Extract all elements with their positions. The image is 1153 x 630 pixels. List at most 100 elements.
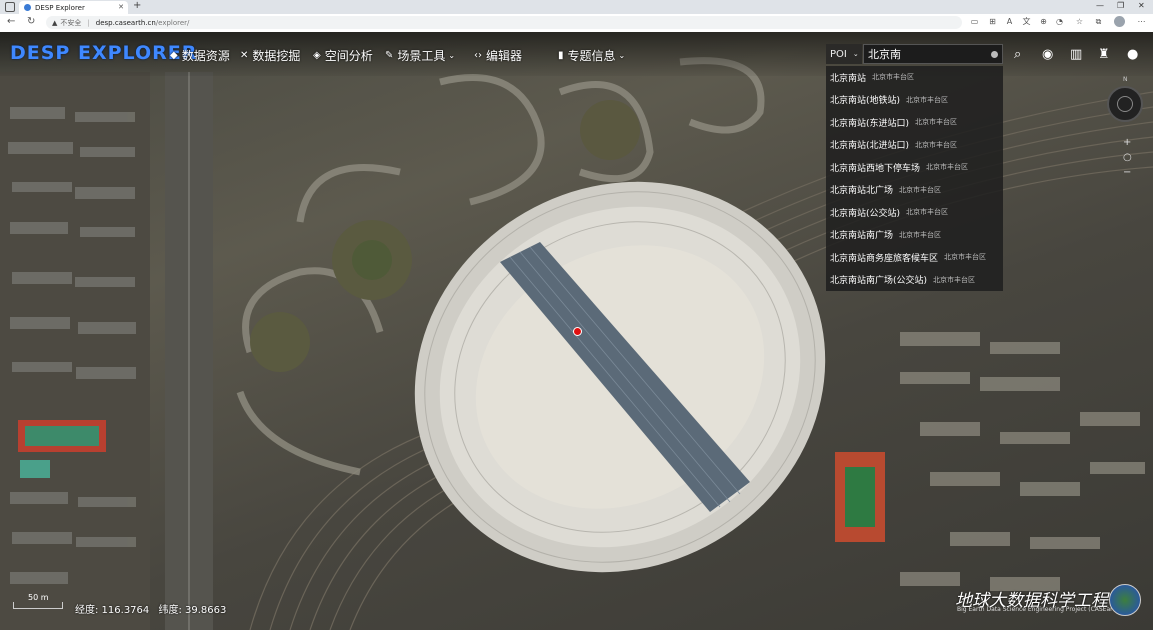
- favicon-icon: [24, 4, 31, 11]
- watermark-subtitle: Big Earth Data Science Engineering Proje…: [957, 606, 1122, 613]
- url-host: desp.casearth.cn: [95, 18, 156, 27]
- nav-label: 编辑器: [486, 49, 523, 63]
- tools-icon: ✕: [240, 50, 249, 61]
- result-name: 北京南站南广场(公交站): [830, 276, 928, 287]
- nav-item-editor[interactable]: ‹› 编辑器: [474, 47, 522, 64]
- translate-icon[interactable]: 文: [1022, 17, 1031, 26]
- search-result-item[interactable]: 北京南站(地铁站) 北京市丰台区: [826, 89, 1003, 112]
- collections-icon[interactable]: ⧉: [1094, 17, 1103, 26]
- result-name: 北京南站(北进站口): [830, 141, 910, 152]
- new-tab-button[interactable]: +: [133, 0, 141, 11]
- result-district: 北京市丰台区: [915, 118, 958, 127]
- result-name: 北京南站(东进站口): [830, 118, 910, 129]
- nav-item-thematic-info[interactable]: ▮ 专题信息 ⌄: [558, 47, 625, 64]
- nav-label: 场景工具: [397, 49, 446, 63]
- zoom-icon[interactable]: ⊕: [1039, 17, 1048, 26]
- result-district: 北京市丰台区: [899, 185, 942, 194]
- nav-label: 数据挖掘: [252, 49, 301, 63]
- result-name: 北京南站商务座旅客候车区: [830, 253, 939, 264]
- search-type-select[interactable]: POI ⌄: [826, 44, 862, 64]
- zoom-out-button[interactable]: −: [1123, 167, 1131, 178]
- search-results-dropdown: 北京南站 北京市丰台区 北京南站(地铁站) 北京市丰台区 北京南站(东进站口) 北京市…: [826, 66, 1003, 291]
- browser-tab[interactable]: DESP Explorer ✕: [19, 1, 128, 14]
- address-bar: ← ↻ ▲ 不安全 | desp.casearth.cn /explorer/ …: [0, 14, 1153, 33]
- extension-icon[interactable]: ◔: [1055, 17, 1064, 26]
- tab-close-icon[interactable]: ✕: [118, 3, 124, 11]
- search-type-label: POI: [830, 48, 847, 60]
- warning-icon[interactable]: ▲: [52, 19, 57, 27]
- bookmark-icon: ▮: [558, 50, 564, 61]
- result-name: 北京南站北广场: [830, 186, 894, 197]
- globe-icon[interactable]: ◉: [1042, 47, 1053, 62]
- url-path: /explorer/: [155, 18, 190, 27]
- nav-item-spatial-analysis[interactable]: ◈ 空间分析: [313, 47, 373, 64]
- minimize-button[interactable]: —: [1096, 1, 1104, 10]
- layers-icon: ◆: [170, 50, 178, 61]
- search-result-item[interactable]: 北京南站西地下停车场 北京市丰台区: [826, 156, 1003, 179]
- tab-actions-icon[interactable]: [5, 2, 15, 12]
- result-district: 北京市丰台区: [899, 230, 942, 239]
- security-status: 不安全: [60, 18, 82, 27]
- profile-avatar[interactable]: [1114, 16, 1125, 27]
- read-aloud-icon[interactable]: A: [1005, 17, 1014, 26]
- latitude-label: 纬度: 39.8663: [158, 605, 227, 616]
- url-separator: |: [87, 18, 90, 27]
- search-result-item[interactable]: 北京南站北广场 北京市丰台区: [826, 179, 1003, 202]
- result-district: 北京市丰台区: [906, 208, 949, 217]
- search-result-item[interactable]: 北京南站南广场 北京市丰台区: [826, 224, 1003, 247]
- compass-control[interactable]: [1107, 86, 1143, 122]
- result-name: 北京南站(公交站): [830, 208, 901, 219]
- shirt-icon[interactable]: ♜: [1098, 47, 1110, 62]
- nav-item-data-resources[interactable]: ◆ 数据资源: [170, 47, 230, 64]
- nav-label: 专题信息: [567, 49, 616, 63]
- user-icon[interactable]: ●: [1127, 47, 1138, 62]
- url-field[interactable]: ▲ 不安全 | desp.casearth.cn /explorer/: [46, 16, 962, 29]
- compass-ring-icon: [1117, 96, 1133, 112]
- result-name: 北京南站西地下停车场: [830, 163, 921, 174]
- search-input[interactable]: [863, 44, 1003, 64]
- scale-label: 50 m: [28, 593, 49, 602]
- close-window-button[interactable]: ✕: [1138, 1, 1145, 10]
- zoom-reset-button[interactable]: ○: [1123, 152, 1132, 163]
- nav-item-scene-tools[interactable]: ✎ 场景工具 ⌄: [385, 47, 455, 64]
- read-mode-icon[interactable]: ▭: [970, 17, 979, 26]
- location-marker[interactable]: [573, 327, 582, 336]
- result-name: 北京南站: [830, 73, 867, 84]
- cube-icon: ◈: [313, 50, 321, 61]
- scale-bar: 50 m: [13, 593, 63, 609]
- search-result-item[interactable]: 北京南站(北进站口) 北京市丰台区: [826, 134, 1003, 157]
- chevron-down-icon: ⌄: [448, 51, 456, 60]
- apps-icon[interactable]: ⊞: [988, 17, 997, 26]
- result-district: 北京市丰台区: [872, 73, 915, 82]
- result-name: 北京南站(地铁站): [830, 96, 901, 107]
- coordinate-readout: 经度: 116.3764 纬度: 39.8663: [75, 601, 232, 616]
- refresh-button[interactable]: ↻: [27, 16, 35, 27]
- browser-tab-bar: DESP Explorer ✕ + — ❐ ✕: [0, 0, 1153, 14]
- chevron-down-icon: ⌄: [618, 51, 626, 60]
- tab-title: DESP Explorer: [35, 3, 85, 12]
- compass-north-label: N: [1123, 76, 1128, 83]
- back-button[interactable]: ←: [7, 16, 15, 27]
- favorites-icon[interactable]: ☆: [1075, 17, 1084, 26]
- search-icon[interactable]: ⌕: [1014, 47, 1021, 62]
- clear-search-icon[interactable]: [991, 51, 998, 58]
- result-district: 北京市丰台区: [944, 253, 987, 262]
- wrench-icon: ✎: [385, 50, 394, 61]
- restore-button[interactable]: ❐: [1117, 1, 1124, 10]
- result-district: 北京市丰台区: [906, 95, 949, 104]
- result-district: 北京市丰台区: [926, 163, 969, 172]
- chevron-down-icon: ⌄: [852, 50, 859, 58]
- map-icon[interactable]: ▥: [1070, 47, 1082, 62]
- search-result-item[interactable]: 北京南站商务座旅客候车区 北京市丰台区: [826, 246, 1003, 269]
- result-district: 北京市丰台区: [933, 275, 976, 284]
- nav-label: 空间分析: [324, 49, 373, 63]
- search-result-item[interactable]: 北京南站(公交站) 北京市丰台区: [826, 201, 1003, 224]
- search-result-item[interactable]: 北京南站南广场(公交站) 北京市丰台区: [826, 269, 1003, 292]
- search-result-item[interactable]: 北京南站(东进站口) 北京市丰台区: [826, 111, 1003, 134]
- more-icon[interactable]: ⋯: [1137, 17, 1146, 26]
- nav-item-data-mining[interactable]: ✕ 数据挖掘: [240, 47, 300, 64]
- zoom-in-button[interactable]: +: [1123, 137, 1131, 148]
- search-result-item[interactable]: 北京南站 北京市丰台区: [826, 66, 1003, 89]
- casearth-logo: [1109, 584, 1141, 616]
- result-district: 北京市丰台区: [915, 140, 958, 149]
